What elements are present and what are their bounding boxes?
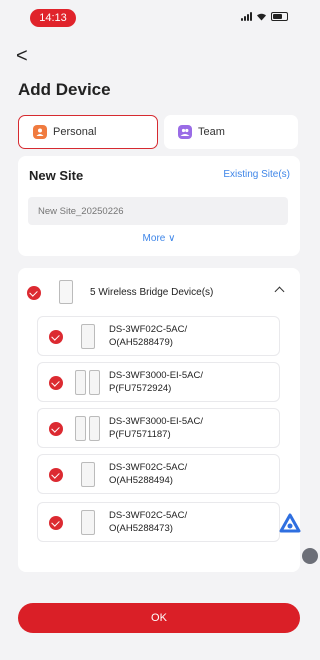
signal-icon <box>241 12 252 21</box>
device-group-row[interactable]: 5 Wireless Bridge Device(s) <box>18 280 300 306</box>
pair-device-icon <box>75 370 86 395</box>
chevron-up-icon[interactable] <box>274 286 285 297</box>
single-device-icon <box>81 462 95 487</box>
back-button[interactable]: < <box>16 44 36 68</box>
device-item[interactable]: DS-3WF3000-EI-5AC/P(FU7572924) <box>37 362 280 402</box>
bridge-device-icon <box>59 280 73 304</box>
wifi-icon <box>257 13 266 21</box>
device-name: DS-3WF02C-5AC/O(AH5288494) <box>109 462 188 486</box>
tab-personal[interactable]: Personal <box>18 115 158 149</box>
group-check-icon[interactable] <box>27 286 41 300</box>
device-card: 5 Wireless Bridge Device(s) DS-3WF02C-5A… <box>18 268 300 572</box>
site-card: New Site Existing Site(s) More ∨ <box>18 156 300 256</box>
device-item[interactable]: DS-3WF02C-5AC/O(AH5288479) <box>37 316 280 356</box>
page-title: Add Device <box>18 80 111 99</box>
single-device-icon <box>81 324 95 349</box>
pair-device-icon <box>75 416 86 441</box>
floating-handle-icon[interactable] <box>302 548 318 564</box>
account-type-tabs: Personal Team <box>18 115 298 149</box>
more-toggle[interactable]: More ∨ <box>18 233 300 244</box>
check-icon[interactable] <box>49 330 63 344</box>
check-icon[interactable] <box>49 422 63 436</box>
pair-device-icon <box>89 370 100 395</box>
device-group-label: 5 Wireless Bridge Device(s) <box>90 287 214 298</box>
pair-device-icon <box>89 416 100 441</box>
ok-button[interactable]: OK <box>18 603 300 633</box>
status-icons <box>241 12 288 21</box>
person-icon <box>33 125 47 139</box>
battery-icon <box>271 12 288 21</box>
site-title: New Site <box>29 168 84 183</box>
assistant-float-icon[interactable] <box>279 513 301 535</box>
status-time: 14:13 <box>30 9 76 27</box>
device-name: DS-3WF3000-EI-5AC/P(FU7571187) <box>109 416 203 440</box>
check-icon[interactable] <box>49 376 63 390</box>
tab-personal-label: Personal <box>53 126 97 138</box>
check-icon[interactable] <box>49 516 63 530</box>
device-item[interactable]: DS-3WF02C-5AC/O(AH5288473) <box>37 502 280 542</box>
check-icon[interactable] <box>49 468 63 482</box>
existing-sites-link[interactable]: Existing Site(s) <box>223 169 290 180</box>
device-name: DS-3WF02C-5AC/O(AH5288479) <box>109 324 188 348</box>
single-device-icon <box>81 510 95 535</box>
device-name: DS-3WF3000-EI-5AC/P(FU7572924) <box>109 370 203 394</box>
tab-team-label: Team <box>198 126 225 138</box>
team-icon <box>178 125 192 139</box>
device-item[interactable]: DS-3WF02C-5AC/O(AH5288494) <box>37 454 280 494</box>
site-name-input[interactable] <box>28 197 288 225</box>
tab-team[interactable]: Team <box>164 115 298 149</box>
status-bar: 14:13 <box>0 0 310 34</box>
device-name: DS-3WF02C-5AC/O(AH5288473) <box>109 510 188 534</box>
device-item[interactable]: DS-3WF3000-EI-5AC/P(FU7571187) <box>37 408 280 448</box>
